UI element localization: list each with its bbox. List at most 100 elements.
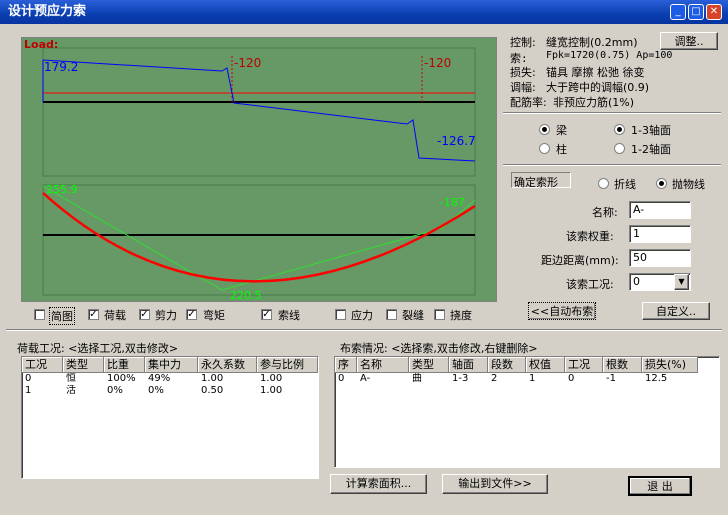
table-row[interactable]: 0 A- 曲 1-3 2 1 0 -1 12.5 xyxy=(335,373,719,385)
table-row[interactable]: 0 恒 100% 49% 1.00 1.00 xyxy=(22,373,318,385)
cell: 2 xyxy=(491,373,498,384)
radio-axis13-label[interactable]: 1-3轴面 xyxy=(631,122,671,138)
moment-left-label: 255.9 xyxy=(46,183,78,196)
radio-column-label[interactable]: 柱 xyxy=(556,141,567,157)
load-case-list[interactable]: 工况 类型 比重 集中力 永久系数 参与比例 0 恒 100% 49% 1.00… xyxy=(21,356,319,479)
radio-polyline-label[interactable]: 折线 xyxy=(614,176,636,192)
checkbox-load[interactable]: ✓ xyxy=(88,309,99,320)
cable-col-loss[interactable]: 损失(%) xyxy=(642,357,698,373)
exit-button[interactable]: 退 出 xyxy=(628,476,692,496)
cable-col-segments[interactable]: 段数 xyxy=(488,357,526,373)
ratio-label: 配筋率: xyxy=(510,96,547,109)
checkbox-deflection-label[interactable]: 挠度 xyxy=(450,307,472,323)
radio-axis12[interactable] xyxy=(614,143,625,154)
cable-list[interactable]: 序 名称 类型 轴面 段数 权值 工况 根数 损失(%) 0 A- 曲 1-3 … xyxy=(334,356,720,468)
radio-column[interactable] xyxy=(539,143,550,154)
cable-col-axis[interactable]: 轴面 xyxy=(449,357,488,373)
case-select[interactable]: 0 ▼ xyxy=(629,273,691,291)
load-col-permanent[interactable]: 永久系数 xyxy=(198,357,257,373)
edge-distance-input[interactable]: 50 xyxy=(629,249,691,267)
diagram-panel: Load: 179.2 -120 -120 -126.7 255.9 -187 … xyxy=(21,37,497,302)
cable-value: Fpk=1720(0.75) Ap=100 xyxy=(546,50,673,61)
load-table-caption: 荷载工况: <选择工况,双击修改> xyxy=(17,342,179,355)
checkbox-cable-line-label[interactable]: 索线 xyxy=(278,307,300,323)
load-col-type[interactable]: 类型 xyxy=(63,357,104,373)
cable-col-type[interactable]: 类型 xyxy=(409,357,449,373)
radio-axis12-label[interactable]: 1-2轴面 xyxy=(631,141,671,157)
checkbox-crack[interactable] xyxy=(386,309,397,320)
table-row[interactable]: 1 活 0% 0% 0.50 1.00 xyxy=(22,385,318,397)
checkbox-load-label[interactable]: 荷载 xyxy=(104,307,126,323)
cell: 1-3 xyxy=(452,373,469,384)
minimize-button[interactable]: _ xyxy=(670,4,686,20)
load-col-participation[interactable]: 参与比例 xyxy=(257,357,318,373)
load-col-concentrated[interactable]: 集中力 xyxy=(145,357,198,373)
shape-group-box: 确定索形 xyxy=(511,172,571,189)
checkbox-cable-line[interactable]: ✓ xyxy=(261,309,272,320)
adjust-button[interactable]: 调整.. xyxy=(660,32,718,50)
minimize-icon: _ xyxy=(675,6,681,17)
dropdown-arrow-icon[interactable]: ▼ xyxy=(674,274,689,290)
cell: 0 xyxy=(338,373,345,384)
maximize-icon: □ xyxy=(691,6,701,17)
cell: 1 xyxy=(25,385,32,396)
ratio-value: 非预应力筋(1%) xyxy=(553,96,635,109)
custom-button-label: 自定义.. xyxy=(656,305,696,318)
checkbox-crack-label[interactable]: 裂缝 xyxy=(402,307,424,323)
loss-value: 锚具 摩擦 松弛 徐变 xyxy=(546,66,645,79)
checkbox-stress-label[interactable]: 应力 xyxy=(351,307,373,323)
cable-col-count[interactable]: 根数 xyxy=(603,357,642,373)
cell: 曲 xyxy=(412,373,422,384)
load-col-ratio[interactable]: 比重 xyxy=(104,357,145,373)
separator xyxy=(503,112,721,114)
cell: 0.50 xyxy=(201,385,224,396)
calc-area-button[interactable]: 计算索面积... xyxy=(330,474,427,494)
load-value-1: -120 xyxy=(234,56,261,70)
cable-col-weight[interactable]: 权值 xyxy=(526,357,565,373)
export-button[interactable]: 输出到文件>> xyxy=(442,474,548,494)
loss-label: 损失: xyxy=(510,66,536,79)
cell: 100% xyxy=(107,373,136,384)
checkbox-sketch[interactable] xyxy=(34,309,45,320)
cell: 0 xyxy=(568,373,575,384)
maximize-button[interactable]: □ xyxy=(688,4,704,20)
radio-parabola-label[interactable]: 抛物线 xyxy=(672,176,705,192)
radio-beam-label[interactable]: 梁 xyxy=(556,122,567,138)
control-label: 控制: xyxy=(510,36,536,49)
exit-button-label: 退 出 xyxy=(647,480,673,493)
cell: 0% xyxy=(148,385,164,396)
load-col-case[interactable]: 工况 xyxy=(22,357,63,373)
shear-line xyxy=(42,59,476,162)
export-button-label: 输出到文件>> xyxy=(458,477,532,490)
auto-layout-button[interactable]: <<自动布索 xyxy=(528,302,596,320)
cable-col-case[interactable]: 工况 xyxy=(565,357,603,373)
checkbox-shear[interactable]: ✓ xyxy=(139,309,150,320)
radio-parabola[interactable] xyxy=(656,178,667,189)
checkbox-deflection[interactable] xyxy=(434,309,445,320)
checkbox-moment-label[interactable]: 弯矩 xyxy=(203,307,225,323)
checkbox-shear-label[interactable]: 剪力 xyxy=(155,307,177,323)
amplitude-label: 调幅: xyxy=(510,81,536,94)
separator xyxy=(503,164,721,166)
moment-line xyxy=(42,185,476,291)
moment-bottom-label: 220.5 xyxy=(230,289,262,301)
load-label: Load: xyxy=(24,38,58,51)
cable-col-index[interactable]: 序 xyxy=(335,357,357,373)
checkbox-sketch-label[interactable]: 简图 xyxy=(49,307,75,325)
radio-axis13[interactable] xyxy=(614,124,625,135)
name-input[interactable]: A- xyxy=(629,201,691,219)
checkbox-moment[interactable]: ✓ xyxy=(186,309,197,320)
edge-distance-label: 距边距离(mm): xyxy=(541,254,619,267)
title-bar: 设计预应力索 xyxy=(0,0,728,24)
shape-group-label: 确定索形 xyxy=(514,176,558,189)
load-value-2: -120 xyxy=(424,56,451,70)
cable-col-name[interactable]: 名称 xyxy=(357,357,409,373)
close-button[interactable]: ✕ xyxy=(706,4,722,20)
radio-beam[interactable] xyxy=(539,124,550,135)
cell: 0% xyxy=(107,385,123,396)
weight-input[interactable]: 1 xyxy=(629,225,691,243)
case-select-value: 0 xyxy=(633,275,640,288)
radio-polyline[interactable] xyxy=(598,178,609,189)
custom-button[interactable]: 自定义.. xyxy=(642,302,710,320)
checkbox-stress[interactable] xyxy=(335,309,346,320)
